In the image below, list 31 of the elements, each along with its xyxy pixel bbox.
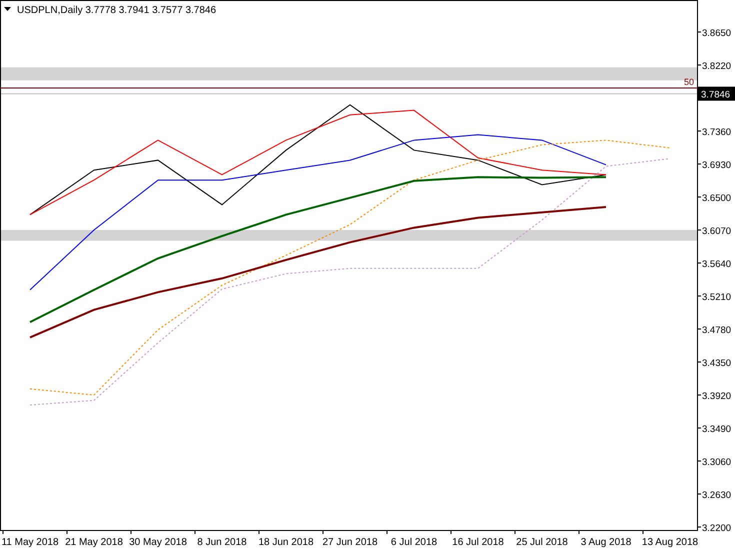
axis-label: 3.4350	[702, 358, 732, 369]
axis-label: 13 Aug 2018	[642, 537, 698, 548]
axis-label: 3.3490	[702, 424, 732, 435]
axis-label: 25 Jul 2018	[516, 537, 568, 548]
axis-label: 3.3920	[702, 391, 732, 402]
axis-label: 3.7360	[702, 127, 732, 138]
axis-label: 3.2200	[702, 523, 732, 534]
axis-label: 27 Jun 2018	[322, 537, 378, 548]
level-label: 50	[684, 77, 694, 88]
axis-label: 3.3060	[702, 457, 732, 468]
axis-label: 3.8650	[702, 28, 732, 39]
axis-label: 3.2630	[702, 490, 732, 501]
caret-icon	[4, 7, 11, 11]
price-tag: 3.7846	[698, 86, 735, 101]
axis-label: 3.6500	[702, 193, 732, 204]
chart-title: USDPLN,Daily 3.7778 3.7941 3.7577 3.7846	[17, 5, 216, 16]
axis-label: 3.5640	[702, 259, 732, 270]
axis-label: 6 Jul 2018	[390, 537, 438, 548]
axis-label: 18 Jun 2018	[258, 537, 314, 548]
axis-label: 3.5210	[702, 292, 732, 303]
axis-label: 3.6930	[702, 160, 732, 171]
axis-label: 8 Jun 2018	[197, 537, 247, 548]
axis-label: 3.4780	[702, 325, 732, 336]
axis-label: 3 Aug 2018	[580, 537, 632, 548]
axis-label: 3.6070	[702, 226, 732, 237]
ref-line-label: 3.7846	[701, 90, 730, 101]
axis-label: 30 May 2018	[129, 537, 187, 548]
axis-label: 16 Jul 2018	[452, 537, 504, 548]
axis-label: 3.8220	[702, 61, 732, 72]
axis-label: 21 May 2018	[65, 537, 123, 548]
axis-label: 11 May 2018	[1, 537, 59, 548]
